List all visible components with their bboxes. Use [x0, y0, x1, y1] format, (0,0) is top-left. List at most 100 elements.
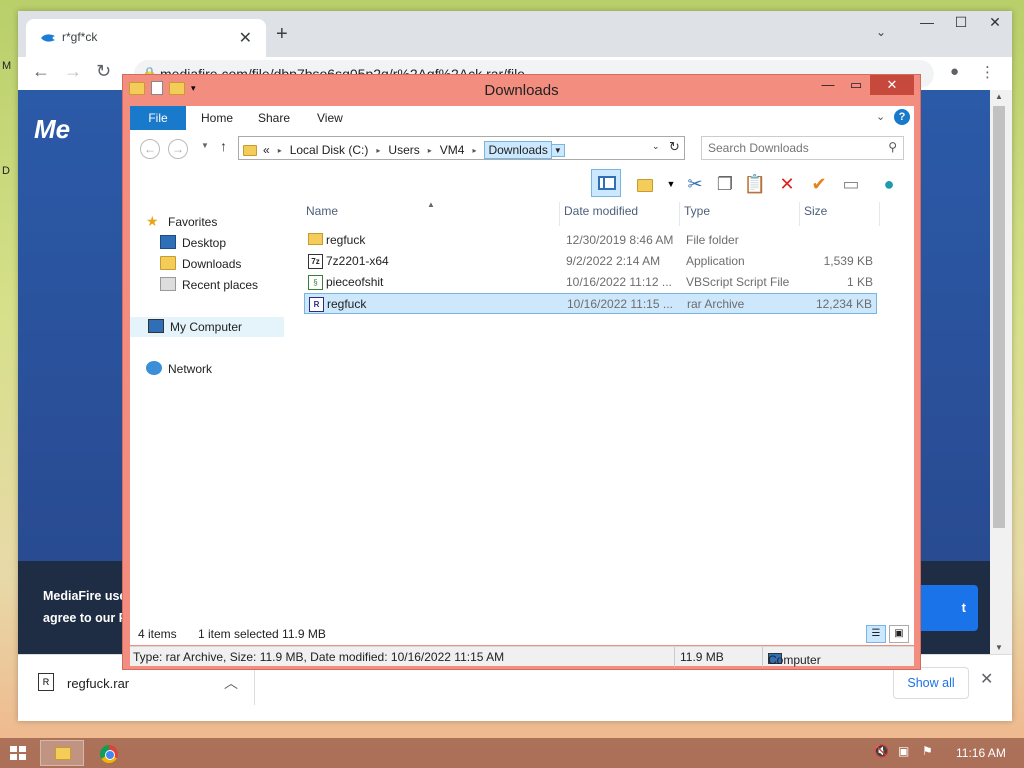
expand-ribbon-chevron-icon[interactable]: ⌄	[876, 110, 885, 123]
taskbar-clock[interactable]: 11:16 AM	[956, 746, 1006, 760]
file-type: File folder	[686, 233, 739, 247]
scrollbar-thumb[interactable]	[993, 106, 1005, 528]
file-row[interactable]: regfuck 12/30/2019 8:46 AM File folder	[304, 230, 877, 251]
refresh-icon[interactable]: ↻	[669, 139, 680, 155]
cookie-banner-text: MediaFire use agree to our P	[43, 585, 127, 629]
item-count: 4 items	[138, 627, 177, 641]
delete-icon[interactable]: ✕	[774, 172, 800, 196]
start-button[interactable]	[10, 746, 26, 760]
explorer-close-button[interactable]: ✕	[870, 75, 914, 95]
chrome-icon	[100, 745, 118, 763]
action-center-icon[interactable]: ⚑	[922, 744, 933, 758]
cut-icon[interactable]: ✂	[682, 172, 708, 196]
details-bar: Type: rar Archive, Size: 11.9 MB, Date m…	[130, 646, 914, 667]
paste-icon[interactable]: 📋	[742, 172, 768, 196]
star-icon: ★	[146, 213, 159, 229]
column-header-type[interactable]: Type	[680, 202, 800, 226]
close-button[interactable]: ✕	[978, 11, 1012, 37]
file-list: ▲ Name Date modified Type Size regfuck 1…	[302, 200, 914, 637]
recent-locations-chevron-icon[interactable]: ▼	[201, 141, 209, 150]
forward-icon[interactable]: →	[168, 139, 188, 159]
breadcrumb-separator-icon: ▸	[277, 145, 282, 155]
page-scrollbar[interactable]: ▲ ▼	[990, 90, 1012, 654]
file-date: 10/16/2022 11:15 ...	[567, 297, 673, 311]
volume-muted-icon[interactable]: 🔇	[874, 744, 889, 758]
explorer-maximize-button[interactable]: ▭	[842, 75, 870, 95]
column-header-size[interactable]: Size	[800, 202, 880, 226]
explorer-minimize-button[interactable]: —	[814, 75, 842, 95]
breadcrumb-separator-icon: ▸	[472, 145, 477, 155]
breadcrumb-separator-icon: ▸	[427, 145, 432, 155]
search-input[interactable]	[708, 140, 878, 156]
tab-close-icon[interactable]: ✕	[239, 28, 252, 48]
large-icons-view-icon[interactable]: ▣	[889, 625, 909, 643]
taskbar-explorer-button[interactable]	[40, 740, 84, 766]
explorer-titlebar[interactable]: ▾ Downloads — ▭ ✕	[123, 75, 920, 105]
file-type: VBScript Script File	[686, 275, 790, 289]
globe-icon[interactable]: ●	[876, 172, 902, 196]
file-explorer-icon	[55, 747, 71, 760]
selection-info: 1 item selected 11.9 MB	[198, 627, 326, 641]
reload-icon[interactable]: ↻	[96, 61, 111, 82]
breadcrumb-overflow[interactable]: «	[263, 143, 270, 157]
help-icon[interactable]: ?	[894, 109, 910, 125]
profile-avatar-icon[interactable]: ●	[950, 63, 959, 80]
file-name: pieceofshit	[326, 275, 384, 289]
up-arrow-icon[interactable]: ↑	[220, 138, 227, 154]
minimize-button[interactable]: —	[910, 11, 944, 37]
folder-check-icon	[637, 178, 653, 192]
rar-icon: R	[309, 297, 324, 312]
folder-icon	[243, 144, 257, 156]
column-header-name[interactable]: ▲ Name	[302, 200, 560, 226]
close-shelf-icon[interactable]: ✕	[980, 669, 993, 689]
scroll-down-icon[interactable]: ▼	[995, 643, 1003, 652]
browser-tab[interactable]: r*gf*ck ✕	[26, 19, 266, 57]
network-icon	[146, 361, 162, 375]
chrome-tab-strip: r*gf*ck ✕ + ⌄ — ☐ ✕	[18, 11, 1012, 57]
nav-my-computer[interactable]: My Computer	[130, 317, 284, 337]
desktop-icon-letter-m: M	[2, 60, 12, 72]
breadcrumb-users[interactable]: Users	[388, 143, 419, 157]
scroll-up-icon[interactable]: ▲	[995, 92, 1003, 101]
tab-view[interactable]: View	[317, 106, 343, 130]
app-icon: 7z	[308, 254, 323, 269]
file-row[interactable]: 7z 7z2201-x64 9/2/2022 2:14 AM Applicati…	[304, 251, 877, 272]
menu-kebab-icon[interactable]: ⋮	[980, 63, 995, 81]
explorer-address-bar[interactable]: « ▸ Local Disk (C:) ▸ Users ▸ VM4 ▸ Down…	[238, 136, 685, 160]
properties-folder-icon[interactable]	[632, 172, 658, 196]
address-history-chevron-icon[interactable]: ⌄	[652, 141, 660, 152]
breadcrumb-downloads[interactable]: Downloads	[484, 141, 552, 159]
file-row-selected[interactable]: R regfuck 10/16/2022 11:15 ... rar Archi…	[304, 293, 877, 314]
forward-arrow-icon[interactable]: →	[64, 61, 82, 82]
recent-places-icon	[160, 277, 176, 291]
copy-icon[interactable]: ❐	[712, 172, 738, 196]
breadcrumb-local-disk[interactable]: Local Disk (C:)	[290, 143, 369, 157]
search-field[interactable]: ⚲	[701, 136, 904, 160]
tab-home[interactable]: Home	[201, 106, 233, 130]
breadcrumb-vm4[interactable]: VM4	[440, 143, 465, 157]
new-tab-button[interactable]: +	[276, 23, 288, 46]
breadcrumb-chevron-icon[interactable]: ▼	[551, 143, 565, 157]
network-tray-icon[interactable]: ▣	[898, 744, 909, 758]
details-info: Type: rar Archive, Size: 11.9 MB, Date m…	[133, 650, 505, 664]
preview-pane-button[interactable]	[591, 169, 621, 197]
checkmark-icon[interactable]: ✔	[806, 172, 832, 196]
view-dropdown-chevron-icon[interactable]: ▼	[658, 172, 684, 196]
tab-share[interactable]: Share	[258, 106, 290, 130]
details-size: 11.9 MB	[680, 650, 724, 664]
back-icon[interactable]: ←	[140, 139, 160, 159]
show-all-button[interactable]: Show all	[893, 667, 969, 699]
back-arrow-icon[interactable]: ←	[32, 61, 50, 82]
details-view-icon[interactable]: ☰	[866, 625, 886, 643]
maximize-button[interactable]: ☐	[944, 11, 978, 37]
tab-file[interactable]: File	[130, 106, 186, 130]
desktop-icon	[160, 235, 176, 249]
shelf-divider	[254, 665, 255, 705]
tab-search-chevron-icon[interactable]: ⌄	[876, 25, 886, 39]
rename-icon[interactable]: ▭	[838, 172, 864, 196]
taskbar-chrome-button[interactable]	[86, 740, 130, 766]
column-header-date[interactable]: Date modified	[560, 202, 680, 226]
file-row[interactable]: § pieceofshit 10/16/2022 11:12 ... VBScr…	[304, 272, 877, 293]
chevron-up-icon[interactable]: ︿	[224, 673, 238, 693]
details-divider	[674, 647, 675, 667]
